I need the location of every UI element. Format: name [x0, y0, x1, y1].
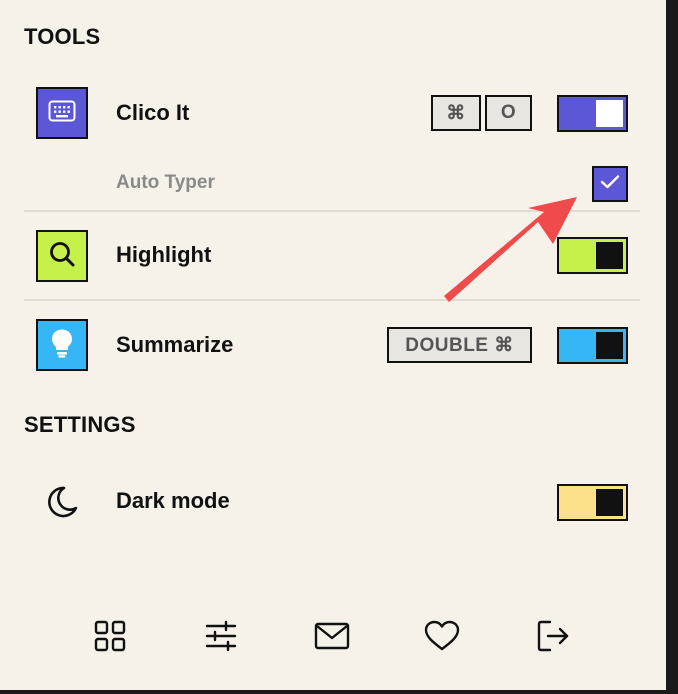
summarize-label: Summarize	[116, 332, 234, 357]
clico-icon-box	[36, 87, 88, 139]
toggle-knob	[596, 100, 623, 127]
dark-mode-toggle[interactable]	[557, 484, 628, 521]
toggle-knob	[596, 332, 623, 359]
divider	[24, 299, 640, 301]
tools-section-title: TOOLS	[24, 24, 101, 49]
lightbulb-icon	[50, 328, 74, 363]
moon-icon	[44, 484, 80, 525]
keyboard-icon	[48, 100, 76, 127]
sliders-icon[interactable]	[201, 616, 241, 656]
auto-typer-label: Auto Typer	[116, 172, 215, 193]
toggle-knob	[596, 242, 623, 269]
shortcut-key-o[interactable]: O	[485, 95, 532, 131]
mail-icon[interactable]	[312, 616, 352, 656]
dark-mode-label: Dark mode	[116, 488, 230, 513]
divider	[24, 210, 640, 212]
tools-panel: TOOLS Clico It ⌘ O Auto Typer Highlight …	[0, 0, 666, 690]
highlight-toggle[interactable]	[557, 237, 628, 274]
heart-icon[interactable]	[422, 616, 462, 656]
check-icon	[600, 174, 620, 195]
highlight-label: Highlight	[116, 242, 212, 267]
settings-section-title: SETTINGS	[24, 412, 136, 437]
grid-icon[interactable]	[90, 616, 130, 656]
clico-label: Clico It	[116, 100, 190, 125]
shortcut-double-cmd[interactable]: DOUBLE ⌘	[387, 327, 532, 363]
search-icon	[48, 240, 76, 273]
toggle-knob	[596, 489, 623, 516]
summarize-icon-box	[36, 319, 88, 371]
highlight-icon-box	[36, 230, 88, 282]
clico-toggle[interactable]	[557, 95, 628, 132]
auto-typer-checkbox[interactable]	[592, 166, 628, 202]
logout-icon[interactable]	[534, 616, 574, 656]
shortcut-key-cmd[interactable]: ⌘	[431, 95, 481, 131]
summarize-toggle[interactable]	[557, 327, 628, 364]
